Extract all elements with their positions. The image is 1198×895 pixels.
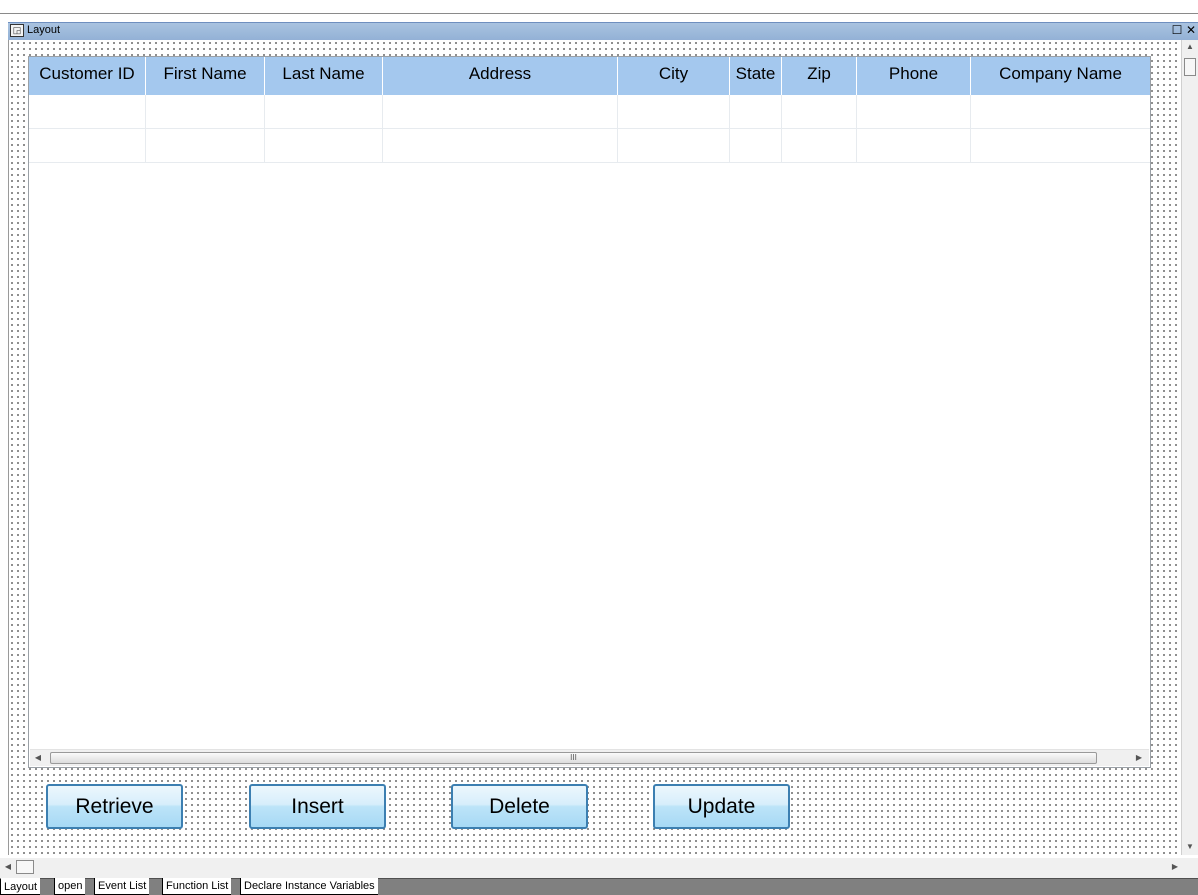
table-cell[interactable]: [383, 95, 618, 128]
table-cell[interactable]: [857, 95, 971, 128]
table-cell[interactable]: [29, 95, 146, 128]
table-cell[interactable]: [971, 129, 1150, 162]
table-cell[interactable]: [265, 129, 383, 162]
table-cell[interactable]: [618, 129, 730, 162]
tab-event-list[interactable]: Event List: [94, 878, 150, 895]
window-horizontal-scroll-thumb[interactable]: [16, 860, 34, 874]
tab-function-list[interactable]: Function List: [162, 878, 232, 895]
table-cell[interactable]: [971, 95, 1150, 128]
grid-horizontal-scrollbar[interactable]: ◀ III ▶: [30, 749, 1149, 766]
scroll-right-arrow-icon[interactable]: ▶: [1168, 860, 1182, 874]
column-header-last-name[interactable]: Last Name: [265, 57, 383, 95]
grid-header-row: Customer ID First Name Last Name Address…: [29, 57, 1150, 95]
painter-tab-bar: Layout open Event List Function List Dec…: [0, 878, 1198, 895]
delete-button[interactable]: Delete: [451, 784, 588, 829]
vertical-scrollbar[interactable]: ▲ ▼: [1181, 40, 1198, 855]
column-header-customer-id[interactable]: Customer ID: [29, 57, 146, 95]
table-cell[interactable]: [618, 95, 730, 128]
column-header-address[interactable]: Address: [383, 57, 618, 95]
table-cell[interactable]: [782, 129, 857, 162]
scroll-right-arrow-icon[interactable]: ▶: [1131, 750, 1147, 766]
vertical-scroll-thumb[interactable]: [1184, 58, 1196, 76]
tab-open[interactable]: open: [54, 878, 86, 895]
scroll-grip-icon: III: [570, 753, 577, 762]
table-cell[interactable]: [782, 95, 857, 128]
table-cell[interactable]: [857, 129, 971, 162]
scroll-left-arrow-icon[interactable]: ◀: [1, 860, 15, 874]
table-cell[interactable]: [265, 95, 383, 128]
tab-declare-instance-variables[interactable]: Declare Instance Variables: [240, 878, 378, 895]
column-header-company-name[interactable]: Company Name: [971, 57, 1150, 95]
window-titlebar: ◲ Layout ☐ ✕: [8, 22, 1198, 40]
column-header-state[interactable]: State: [730, 57, 782, 95]
table-cell[interactable]: [146, 129, 265, 162]
grid-horizontal-scroll-thumb[interactable]: III: [50, 752, 1097, 764]
restore-icon[interactable]: ☐: [1171, 24, 1183, 37]
table-cell[interactable]: [730, 95, 782, 128]
column-header-city[interactable]: City: [618, 57, 730, 95]
table-row[interactable]: [29, 95, 1150, 129]
top-edge: [0, 0, 1198, 14]
column-header-first-name[interactable]: First Name: [146, 57, 265, 95]
scroll-down-arrow-icon[interactable]: ▼: [1182, 840, 1198, 854]
table-row[interactable]: [29, 129, 1150, 163]
update-button[interactable]: Update: [653, 784, 790, 829]
table-cell[interactable]: [29, 129, 146, 162]
window-title: Layout: [27, 24, 61, 36]
window-horizontal-scrollbar[interactable]: ◀ ▶: [0, 858, 1198, 878]
table-cell[interactable]: [730, 129, 782, 162]
retrieve-button[interactable]: Retrieve: [46, 784, 183, 829]
column-header-phone[interactable]: Phone: [857, 57, 971, 95]
window-app-icon: ◲: [10, 24, 24, 37]
column-header-zip[interactable]: Zip: [782, 57, 857, 95]
scroll-left-arrow-icon[interactable]: ◀: [30, 750, 46, 766]
tab-layout[interactable]: Layout: [0, 878, 41, 895]
table-cell[interactable]: [383, 129, 618, 162]
insert-button[interactable]: Insert: [249, 784, 386, 829]
customer-datawindow[interactable]: Customer ID First Name Last Name Address…: [28, 56, 1151, 768]
scroll-up-arrow-icon[interactable]: ▲: [1182, 40, 1198, 54]
close-icon[interactable]: ✕: [1185, 24, 1197, 37]
table-cell[interactable]: [146, 95, 265, 128]
